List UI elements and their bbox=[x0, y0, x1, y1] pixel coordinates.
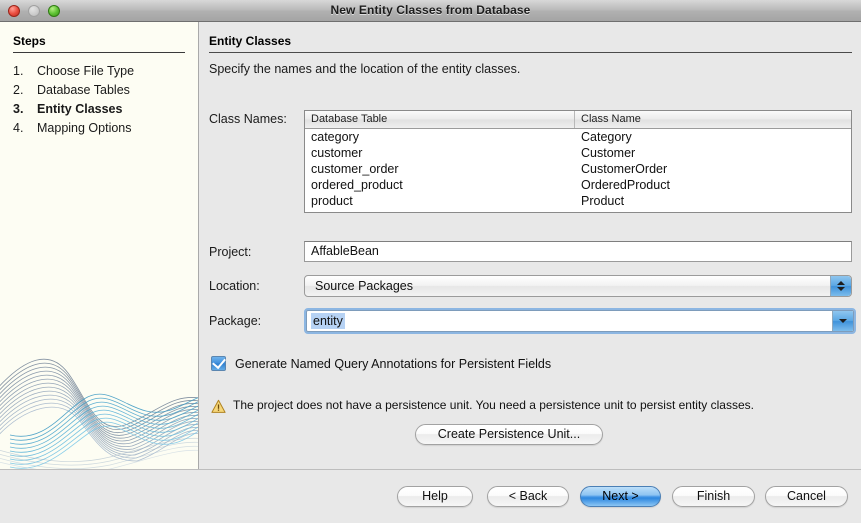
named-query-checkbox-row[interactable]: Generate Named Query Annotations for Per… bbox=[211, 354, 551, 371]
cell-database-table: category bbox=[311, 130, 359, 144]
table-row[interactable]: product Product bbox=[305, 193, 851, 209]
step-number: 3. bbox=[13, 102, 24, 116]
cell-class-name[interactable]: Category bbox=[575, 129, 851, 145]
package-combobox[interactable]: entity bbox=[306, 310, 854, 332]
table-row[interactable]: ordered_product OrderedProduct bbox=[305, 177, 851, 193]
step-item-2: 2. Database Tables bbox=[13, 81, 193, 100]
cancel-button[interactable]: Cancel bbox=[765, 486, 848, 507]
step-label: Database Tables bbox=[37, 83, 130, 97]
page-title: Entity Classes bbox=[209, 34, 292, 48]
triangle-down-glyph bbox=[839, 319, 847, 323]
column-header-class-name[interactable]: Class Name bbox=[575, 111, 851, 128]
table-row[interactable]: customer_order CustomerOrder bbox=[305, 161, 851, 177]
package-label: Package: bbox=[209, 314, 262, 328]
finish-button[interactable]: Finish bbox=[672, 486, 755, 507]
location-selected-value: Source Packages bbox=[315, 279, 413, 293]
cell-database-table: customer bbox=[311, 146, 363, 160]
named-query-checkbox-label[interactable]: Generate Named Query Annotations for Per… bbox=[235, 357, 551, 371]
step-number: 2. bbox=[13, 83, 24, 97]
cell-database-table: ordered_product bbox=[311, 178, 403, 192]
create-persistence-unit-button[interactable]: Create Persistence Unit... bbox=[415, 424, 603, 445]
warning-message-row: The project does not have a persistence … bbox=[211, 398, 754, 414]
table-row[interactable]: customer Customer bbox=[305, 145, 851, 161]
project-label: Project: bbox=[209, 245, 252, 259]
steps-sidebar: Steps 1. Choose File Type 2. Database Ta… bbox=[0, 22, 199, 469]
named-query-checkbox[interactable] bbox=[211, 354, 226, 371]
steps-heading: Steps bbox=[13, 34, 46, 48]
wave-decoration-graphic bbox=[0, 339, 198, 469]
location-label: Location: bbox=[209, 279, 260, 293]
content-divider bbox=[209, 52, 852, 53]
step-item-4: 4. Mapping Options bbox=[13, 119, 193, 138]
step-label: Choose File Type bbox=[37, 64, 135, 78]
step-item-3-current: 3. Entity Classes bbox=[13, 100, 193, 119]
chevron-down-icon bbox=[837, 287, 845, 291]
step-item-1: 1. Choose File Type bbox=[13, 62, 193, 81]
step-label: Mapping Options bbox=[37, 121, 132, 135]
project-input[interactable]: AffableBean bbox=[304, 241, 852, 262]
step-number: 1. bbox=[13, 64, 24, 78]
class-names-label: Class Names: bbox=[209, 112, 287, 126]
steps-divider bbox=[13, 52, 185, 53]
class-names-table[interactable]: Database Table Class Name category Categ… bbox=[304, 110, 852, 213]
page-subtitle: Specify the names and the location of th… bbox=[209, 62, 521, 76]
next-button[interactable]: Next > bbox=[580, 486, 661, 507]
warning-triangle-icon bbox=[211, 399, 226, 414]
column-header-database-table[interactable]: Database Table bbox=[305, 111, 575, 128]
cell-class-name[interactable]: Customer bbox=[575, 145, 851, 161]
cell-database-table: product bbox=[311, 194, 353, 208]
cell-class-name[interactable]: Product bbox=[575, 193, 851, 209]
cell-database-table: customer_order bbox=[311, 162, 399, 176]
location-select[interactable]: Source Packages bbox=[304, 275, 852, 297]
chevron-down-icon[interactable] bbox=[832, 311, 853, 331]
dialog-window: New Entity Classes from Database Steps 1… bbox=[0, 0, 861, 523]
help-button[interactable]: Help bbox=[397, 486, 473, 507]
chevron-up-icon bbox=[837, 281, 845, 285]
updown-arrows-icon[interactable] bbox=[830, 276, 851, 296]
package-value[interactable]: entity bbox=[311, 313, 345, 329]
table-row[interactable]: category Category bbox=[305, 129, 851, 145]
steps-list: 1. Choose File Type 2. Database Tables 3… bbox=[13, 62, 193, 138]
step-label: Entity Classes bbox=[37, 102, 123, 116]
table-header-row: Database Table Class Name bbox=[305, 111, 851, 129]
step-number: 4. bbox=[13, 121, 24, 135]
cell-class-name[interactable]: OrderedProduct bbox=[575, 177, 851, 193]
content-panel: Entity Classes Specify the names and the… bbox=[199, 22, 861, 469]
checkmark-icon bbox=[212, 354, 226, 370]
warning-message-text: The project does not have a persistence … bbox=[233, 398, 754, 412]
window-title: New Entity Classes from Database bbox=[330, 3, 531, 17]
back-button[interactable]: < Back bbox=[487, 486, 569, 507]
cell-class-name[interactable]: CustomerOrder bbox=[575, 161, 851, 177]
title-bar: New Entity Classes from Database bbox=[0, 0, 861, 22]
